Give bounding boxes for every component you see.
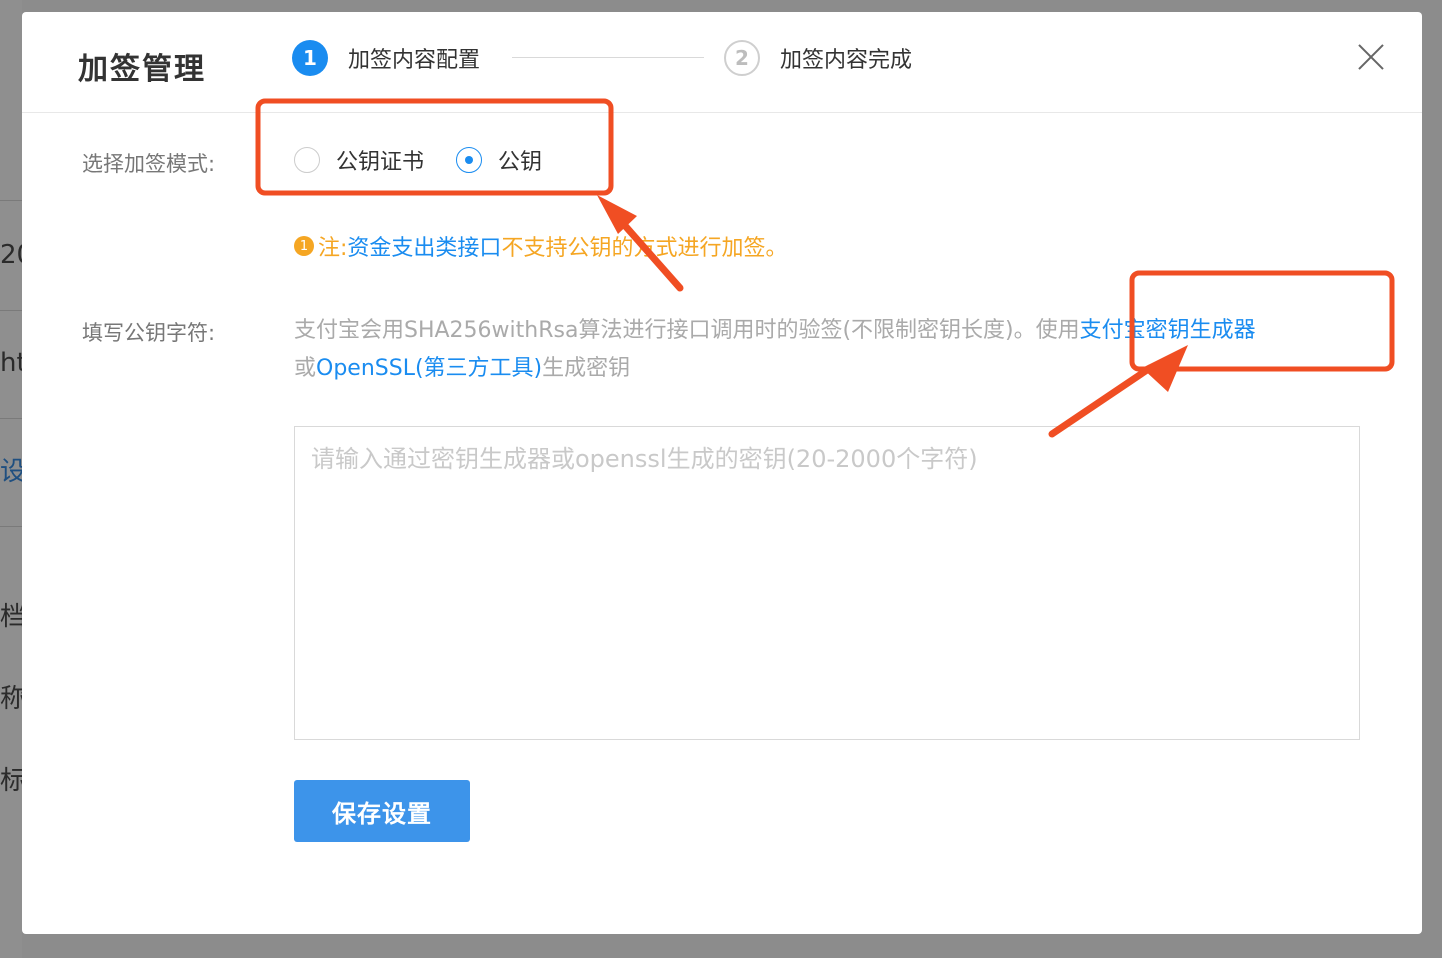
radio-checked-icon[interactable] <box>456 147 483 173</box>
radio-unchecked-icon[interactable] <box>294 147 320 173</box>
background-text: 20 <box>0 240 22 270</box>
dialog-header: 加签管理 1 加签内容配置 2 加签内容完成 <box>22 12 1422 113</box>
alipay-key-generator-link[interactable]: 支付宝密钥生成器 <box>1080 318 1256 343</box>
background-text: 档 <box>0 602 22 632</box>
background-link: 设 <box>0 457 22 487</box>
fund-payout-api-link[interactable]: 资金支出类接口 <box>347 230 501 262</box>
description-text: 支付宝会用SHA256withRsa算法进行接口调用时的验签(不限制密钥长度)。… <box>294 318 1080 343</box>
radio-public-key[interactable]: 公钥 <box>456 144 542 176</box>
public-key-description: 支付宝会用SHA256withRsa算法进行接口调用时的验签(不限制密钥长度)。… <box>294 312 1374 388</box>
radio-public-key-certificate[interactable]: 公钥证书 <box>294 144 424 176</box>
step-2-number: 2 <box>724 40 760 76</box>
step-1-number: 1 <box>292 40 328 76</box>
public-key-textarea[interactable] <box>294 426 1360 740</box>
step-connector <box>512 57 704 58</box>
background-text: 称 <box>0 684 22 714</box>
radio-label: 公钥证书 <box>336 150 425 175</box>
warning-note: 1 注: 资金支出类接口 不支持公钥的方式进行加签。 <box>294 230 787 262</box>
sign-mode-label: 选择加签模式: <box>82 152 216 176</box>
background-text: 标 <box>0 766 22 796</box>
background-divider <box>0 200 22 201</box>
dialog-title: 加签管理 <box>78 52 206 87</box>
background-text: ht <box>0 348 22 378</box>
sign-management-dialog: 加签管理 1 加签内容配置 2 加签内容完成 选择加签模式: 公钥证书 公钥 1… <box>22 12 1422 934</box>
step-1-label: 加签内容配置 <box>348 48 481 73</box>
public-key-label: 填写公钥字符: <box>82 321 216 345</box>
radio-label: 公钥 <box>498 150 543 175</box>
background-page: 20 ht 设 档 称 标 <box>0 0 22 958</box>
background-divider <box>0 418 22 419</box>
description-text: 或 <box>294 356 317 381</box>
background-divider <box>0 310 22 311</box>
note-text: 不支持公钥的方式进行加签。 <box>501 236 788 261</box>
save-settings-button[interactable]: 保存设置 <box>294 780 470 842</box>
sign-mode-radio-group: 公钥证书 公钥 <box>294 144 574 176</box>
step-2-label: 加签内容完成 <box>780 48 913 73</box>
description-text: 生成密钥 <box>542 356 631 381</box>
step-2: 2 加签内容完成 <box>724 40 912 76</box>
openssl-link[interactable]: OpenSSL(第三方工具) <box>316 356 542 381</box>
close-icon[interactable] <box>1356 42 1386 72</box>
note-prefix: 注: <box>318 236 348 261</box>
info-icon: 1 <box>294 236 314 256</box>
background-divider <box>0 526 22 527</box>
step-1: 1 加签内容配置 <box>292 40 480 76</box>
